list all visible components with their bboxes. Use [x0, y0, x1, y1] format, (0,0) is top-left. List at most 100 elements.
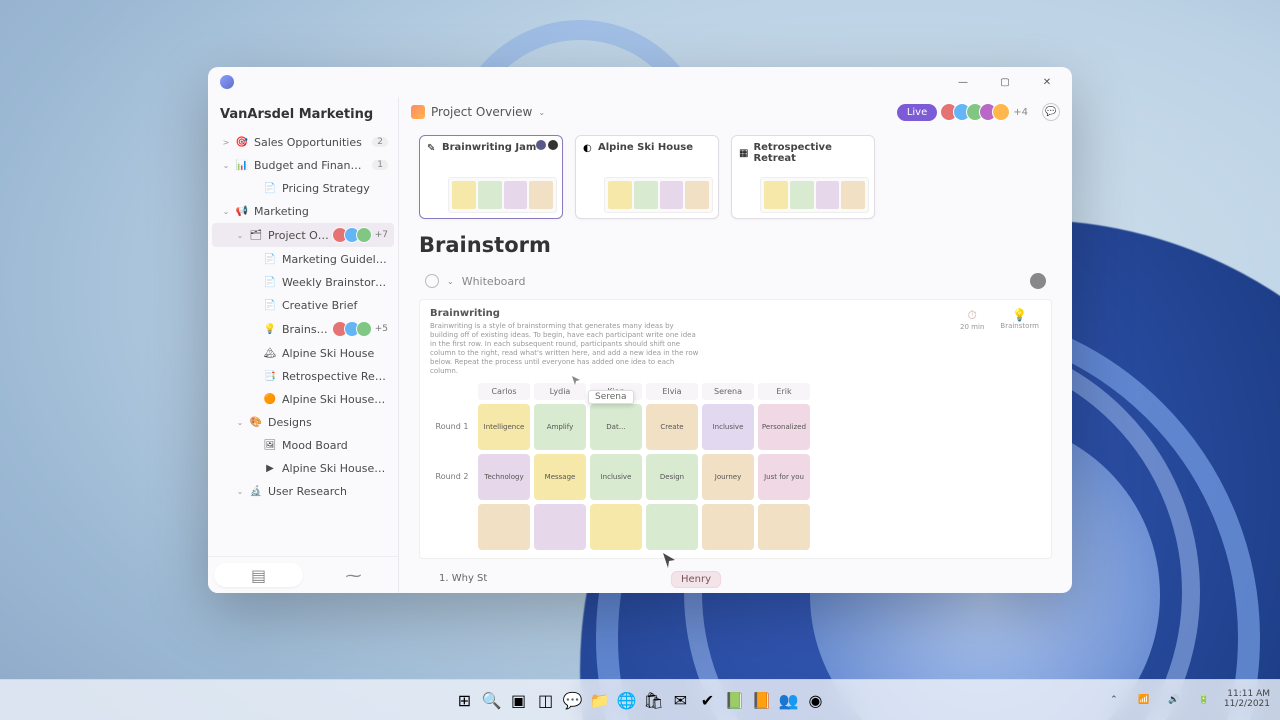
sticky-note[interactable]	[478, 504, 530, 550]
chevron-icon: ⌄	[236, 487, 244, 496]
taskbar-app-search[interactable]: 🔍	[481, 689, 503, 711]
page-card[interactable]: ▦Retrospective Retreat	[731, 135, 875, 219]
sidebar-item[interactable]: 📄 Weekly Brainstorm Meeting	[212, 271, 394, 293]
sidebar-item[interactable]: > 🎯 Sales Opportunities2	[212, 131, 394, 153]
sidebar-item[interactable]: ▶ Alpine Ski House Sizzle Re…	[212, 457, 394, 479]
taskbar-app-widgets[interactable]: ◫	[535, 689, 557, 711]
live-badge[interactable]: Live	[897, 104, 937, 121]
card-preview	[604, 177, 713, 213]
numbered-list[interactable]: 1. Why St	[419, 573, 1052, 584]
page-card[interactable]: ✎Brainwriting Jam	[419, 135, 563, 219]
sidebar-item[interactable]: 🟠 Alpine Ski House (ID: 487…	[212, 388, 394, 410]
sidebar-item-label: Retrospective Retreat	[282, 370, 388, 383]
sidebar-item-label: Creative Brief	[282, 299, 388, 312]
sidebar-item[interactable]: 📄 Creative Brief	[212, 294, 394, 316]
taskbar-app-edge[interactable]: 🌐	[616, 689, 638, 711]
sidebar-item[interactable]: ⌄ 📢 Marketing	[212, 200, 394, 222]
sidebar-item[interactable]: ⌄ 🎨 Designs	[212, 411, 394, 433]
sidebar-item[interactable]: 💡 Brainstorming+5	[212, 317, 394, 341]
sidebar-tab-activity[interactable]: ⁓	[309, 557, 398, 593]
wifi-icon[interactable]: 📶	[1134, 690, 1154, 710]
section-title: Brainstorm	[419, 233, 1052, 257]
sticky-note[interactable]: Inclusive	[590, 454, 642, 500]
volume-icon[interactable]: 🔊	[1164, 690, 1184, 710]
taskbar-app-explorer[interactable]: 📁	[589, 689, 611, 711]
whiteboard-meta: ⏱20 min 💡Brainstorm	[960, 308, 1039, 331]
minimize-button[interactable]: —	[942, 68, 984, 96]
grid-row-label: Round 1	[430, 422, 474, 431]
grid-column-header: Erik	[758, 383, 810, 400]
sticky-note[interactable]: Intelligence	[478, 404, 530, 450]
sidebar-item[interactable]: 🖼 Mood Board	[212, 434, 394, 456]
sidebar-item[interactable]: ⌄ 📊 Budget and Financial Projection1	[212, 154, 394, 176]
sticky-note[interactable]: Personalized	[758, 404, 810, 450]
chevron-icon: ⌄	[236, 231, 244, 240]
maximize-button[interactable]: ▢	[984, 68, 1026, 96]
sidebar-item-label: User Research	[268, 485, 388, 498]
sidebar-item[interactable]: ⌄ 🔬 User Research	[212, 480, 394, 502]
taskbar-app-excel[interactable]: 📗	[724, 689, 746, 711]
sticky-note[interactable]: Technology	[478, 454, 530, 500]
sidebar-item[interactable]: 🏔 Alpine Ski House	[212, 342, 394, 364]
sticky-note[interactable]: Design	[646, 454, 698, 500]
sidebar-item[interactable]: 📄 Pricing Strategy	[212, 177, 394, 199]
grid-column-header: Elvia	[646, 383, 698, 400]
collaborator-avatars: +5	[336, 321, 388, 337]
page-icon: 📑	[263, 369, 277, 383]
taskbar-app-chat[interactable]: 💬	[562, 689, 584, 711]
taskbar-app-loop[interactable]: ◉	[805, 689, 827, 711]
breadcrumb[interactable]: Project Overview ⌄	[411, 105, 545, 119]
list-item[interactable]: 1. Why St	[439, 573, 487, 584]
component-header[interactable]: ⌄ Whiteboard	[419, 269, 1052, 293]
taskbar-app-mail[interactable]: ✉	[670, 689, 692, 711]
grid-column-header: Carlos	[478, 383, 530, 400]
page-icon: 🎨	[249, 415, 263, 429]
taskbar[interactable]: ⊞🔍▣◫💬📁🌐🛍✉✔📗📙👥◉ ⌃ 📶 🔊 🔋 11:11 AM 11/2/202…	[0, 679, 1280, 720]
system-tray[interactable]: ⌃ 📶 🔊 🔋 11:11 AM 11/2/2021	[1104, 690, 1280, 710]
remote-cursor-icon	[572, 376, 582, 386]
sticky-note[interactable]: Inclusive	[702, 404, 754, 450]
taskbar-app-todo[interactable]: ✔	[697, 689, 719, 711]
component-author-avatar[interactable]	[1030, 273, 1046, 289]
sticky-note[interactable]	[758, 504, 810, 550]
taskbar-app-teams[interactable]: 👥	[778, 689, 800, 711]
taskbar-app-store[interactable]: 🛍	[643, 689, 665, 711]
presence-avatars[interactable]: +4	[945, 103, 1028, 121]
sticky-note[interactable]: Amplify	[534, 404, 586, 450]
sticky-note[interactable]: Create	[646, 404, 698, 450]
sidebar-tab-pages[interactable]: ▤	[214, 563, 303, 587]
taskbar-app-ppt[interactable]: 📙	[751, 689, 773, 711]
clock[interactable]: 11:11 AM 11/2/2021	[1224, 690, 1270, 710]
titlebar[interactable]: — ▢ ✕	[208, 67, 1072, 97]
sticky-note[interactable]	[702, 504, 754, 550]
count-badge: 1	[372, 160, 388, 170]
loop-app-window: — ▢ ✕ VanArsdel Marketing > 🎯 Sales Oppo…	[208, 67, 1072, 593]
sidebar-item[interactable]: 📑 Retrospective Retreat	[212, 365, 394, 387]
sidebar-item[interactable]: ⌄ 🗂 Project Overview+7	[212, 223, 394, 247]
whiteboard-component[interactable]: Brainwriting Brainwriting is a style of …	[419, 299, 1052, 559]
sticky-note[interactable]	[590, 504, 642, 550]
taskbar-app-start[interactable]: ⊞	[454, 689, 476, 711]
workspace-title: VanArsdel Marketing	[208, 97, 398, 130]
page-card[interactable]: ◐Alpine Ski House	[575, 135, 719, 219]
chevron-icon: ⌄	[222, 207, 230, 216]
chat-icon[interactable]: 💬	[1042, 103, 1060, 121]
sticky-note[interactable]: Message	[534, 454, 586, 500]
sticky-note[interactable]: Just for you	[758, 454, 810, 500]
card-icon: ▦	[739, 148, 748, 158]
sidebar: VanArsdel Marketing > 🎯 Sales Opportunit…	[208, 97, 399, 593]
taskbar-app-taskview[interactable]: ▣	[508, 689, 530, 711]
timer-icon: ⏱	[960, 308, 984, 323]
sticky-note[interactable]	[534, 504, 586, 550]
brainwriting-grid: CarlosLydiaKianElviaSerenaErikRound 1Int…	[430, 383, 1041, 550]
component-type-label: Whiteboard	[462, 275, 526, 288]
sticky-note[interactable]	[646, 504, 698, 550]
sidebar-item-label: Weekly Brainstorm Meeting	[282, 276, 388, 289]
sidebar-item[interactable]: 📄 Marketing Guidelines for V…	[212, 248, 394, 270]
close-button[interactable]: ✕	[1026, 68, 1068, 96]
tray-chevron-icon[interactable]: ⌃	[1104, 690, 1124, 710]
sticky-note[interactable]: Dat…	[590, 404, 642, 450]
battery-icon[interactable]: 🔋	[1194, 690, 1214, 710]
card-icon: ✎	[427, 143, 437, 153]
sticky-note[interactable]: Journey	[702, 454, 754, 500]
